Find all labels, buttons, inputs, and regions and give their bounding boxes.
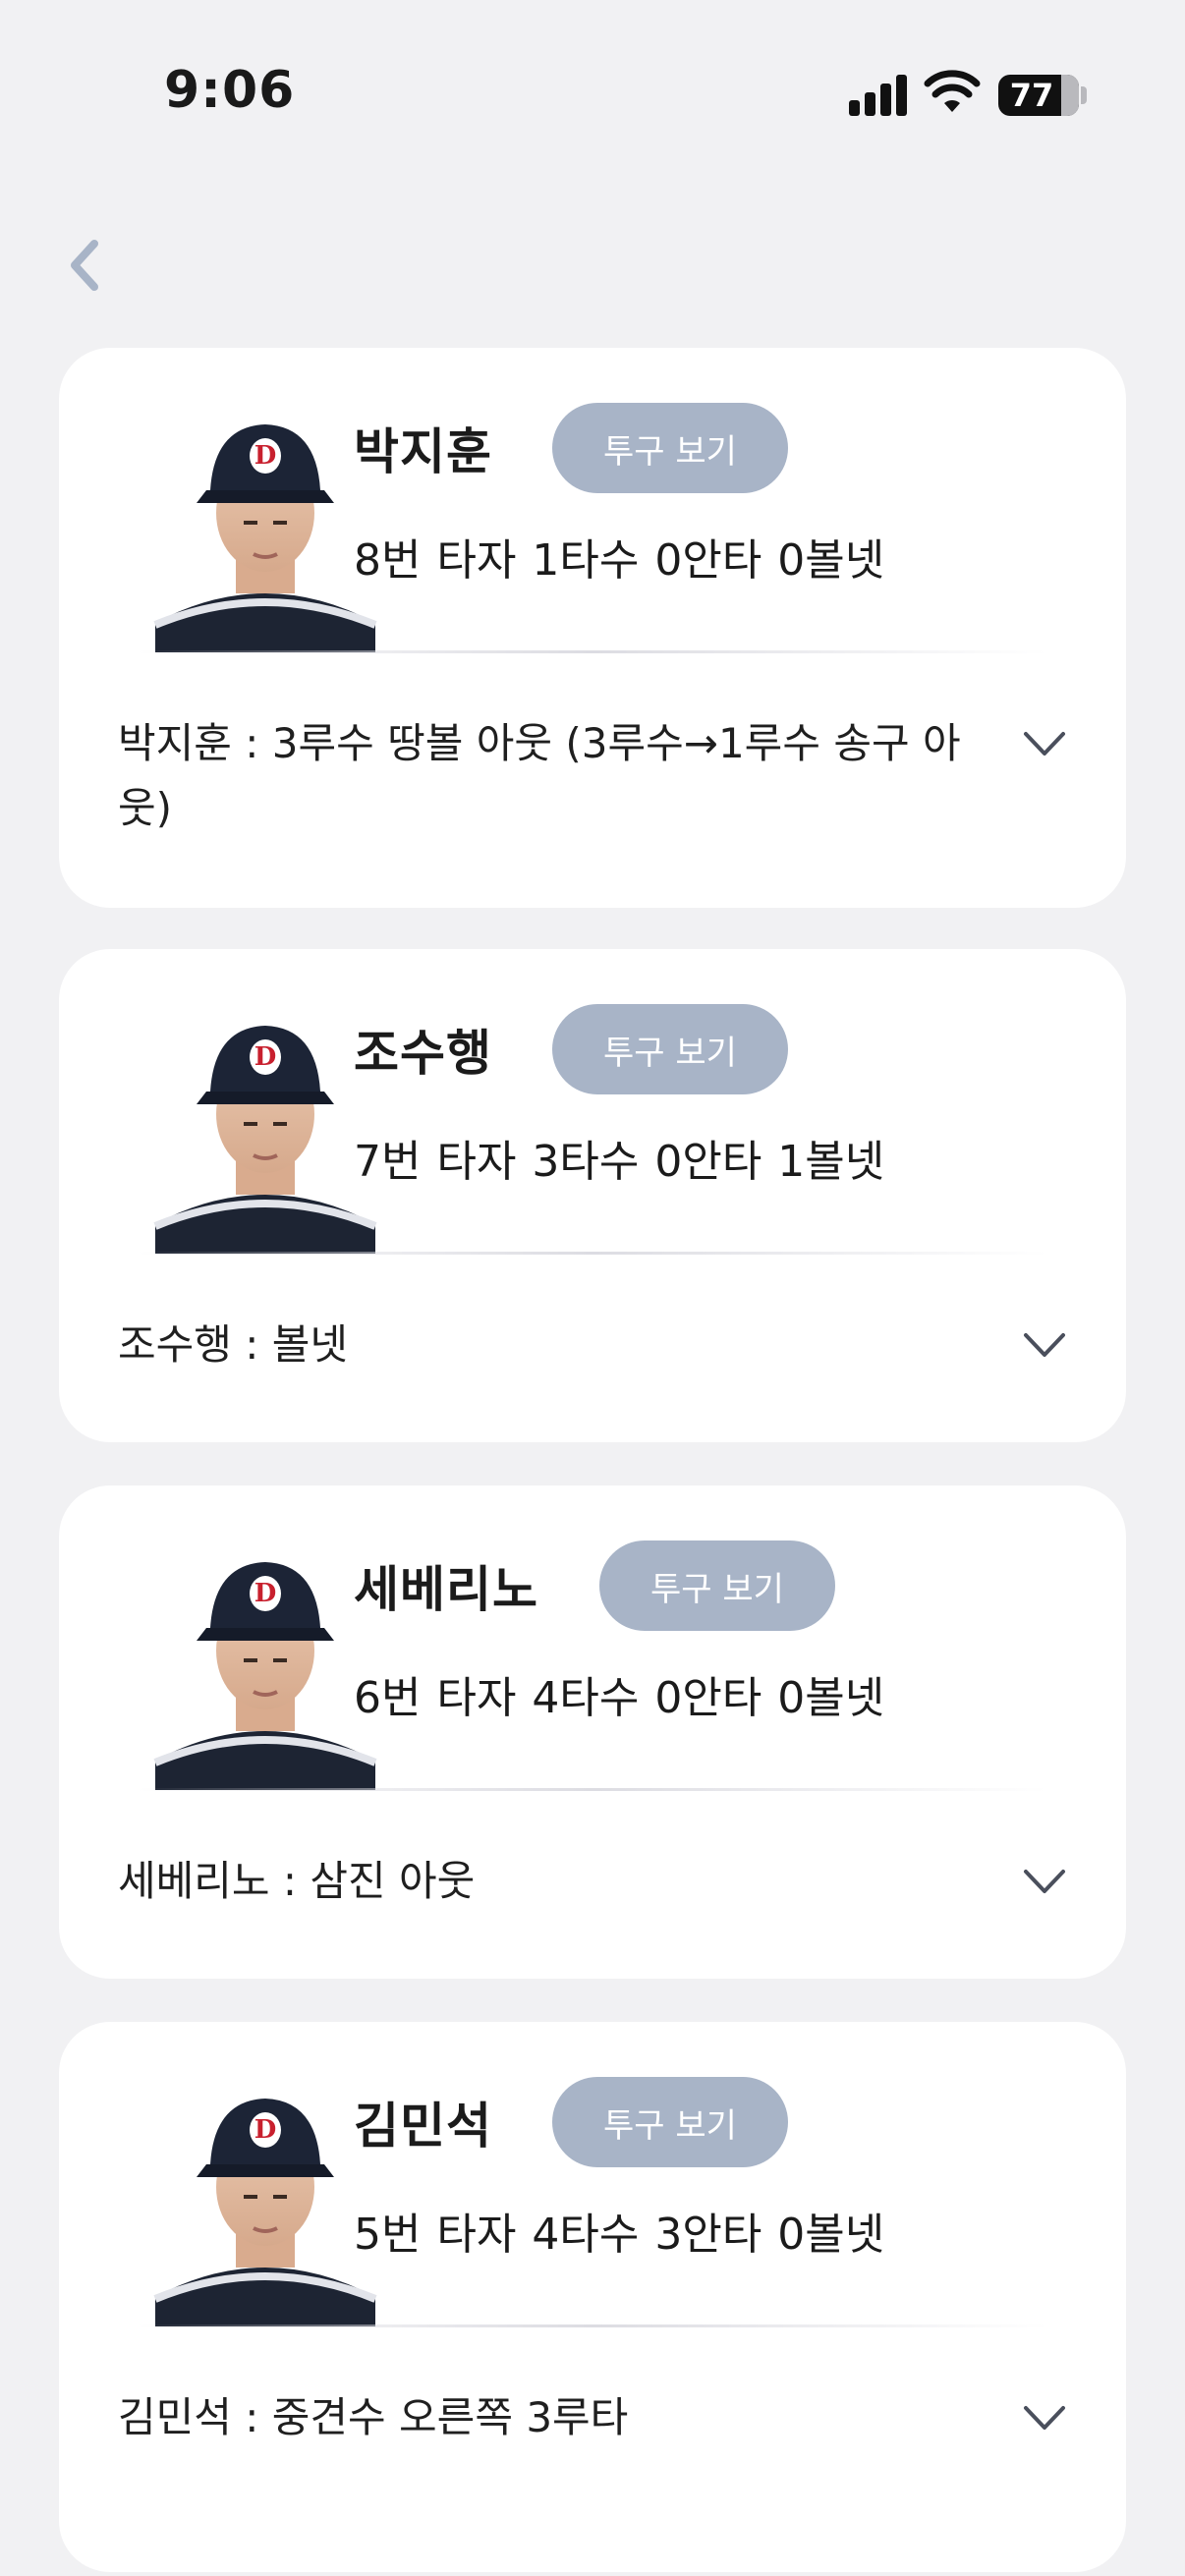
view-pitches-button[interactable]: 투구 보기 xyxy=(599,1540,835,1631)
divider xyxy=(138,650,1047,653)
player-stats: 8번 타자 1타수 0안타 0볼넷 xyxy=(354,535,885,586)
play-result: 박지훈 : 3루수 땅볼 아웃 (3루수→1루수 송구 아웃) xyxy=(118,719,961,832)
view-pitches-button[interactable]: 투구 보기 xyxy=(552,1004,788,1094)
player-name: 김민석 xyxy=(354,2098,492,2155)
player-card[interactable]: D 세베리노 투구 보기 6번 타자 4타수 0안타 0볼넷 세베리노 : 삼진… xyxy=(59,1485,1126,1979)
chevron-left-icon xyxy=(71,240,98,291)
svg-text:D: D xyxy=(254,1042,277,1072)
svg-text:D: D xyxy=(254,1579,277,1608)
view-pitches-button[interactable]: 투구 보기 xyxy=(552,403,788,493)
chevron-down-icon[interactable] xyxy=(1022,726,1067,761)
battery-icon: 77 xyxy=(998,75,1079,116)
player-stats: 5번 타자 4타수 3안타 0볼넷 xyxy=(354,2210,885,2260)
player-stats: 7번 타자 3타수 0안타 1볼넷 xyxy=(354,1137,885,1187)
status-bar: 9:06 77 xyxy=(0,0,1185,187)
chevron-down-icon[interactable] xyxy=(1022,1327,1067,1363)
view-pitches-button[interactable]: 투구 보기 xyxy=(552,2077,788,2167)
player-name: 세베리노 xyxy=(354,1561,538,1618)
play-result: 김민석 : 중견수 오른쪽 3루타 xyxy=(118,2393,629,2441)
back-button[interactable] xyxy=(55,231,114,300)
player-stats: 6번 타자 4타수 0안타 0볼넷 xyxy=(354,1673,885,1723)
signal-icon xyxy=(849,75,910,116)
svg-text:D: D xyxy=(254,441,277,471)
chevron-down-icon[interactable] xyxy=(1022,2400,1067,2436)
player-card[interactable]: D 박지훈 투구 보기 8번 타자 1타수 0안타 0볼넷 박지훈 : 3루수 … xyxy=(59,348,1126,908)
divider xyxy=(138,1788,1047,1791)
divider xyxy=(138,2324,1047,2327)
svg-text:D: D xyxy=(254,2115,277,2145)
chevron-down-icon[interactable] xyxy=(1022,1864,1067,1899)
player-card[interactable]: D 조수행 투구 보기 7번 타자 3타수 0안타 1볼넷 조수행 : 볼넷 xyxy=(59,949,1126,1442)
battery-level: 77 xyxy=(1009,77,1054,114)
divider xyxy=(138,1252,1047,1255)
wifi-icon xyxy=(924,70,981,112)
player-name: 박지훈 xyxy=(354,423,492,480)
play-result: 조수행 : 볼넷 xyxy=(118,1320,349,1369)
status-time: 9:06 xyxy=(164,61,296,120)
battery-cap xyxy=(1081,86,1087,104)
player-name: 조수행 xyxy=(354,1025,492,1082)
player-card[interactable]: D 김민석 투구 보기 5번 타자 4타수 3안타 0볼넷 김민석 : 중견수 … xyxy=(59,2022,1126,2572)
play-result: 세베리노 : 삼진 아웃 xyxy=(118,1857,476,1905)
